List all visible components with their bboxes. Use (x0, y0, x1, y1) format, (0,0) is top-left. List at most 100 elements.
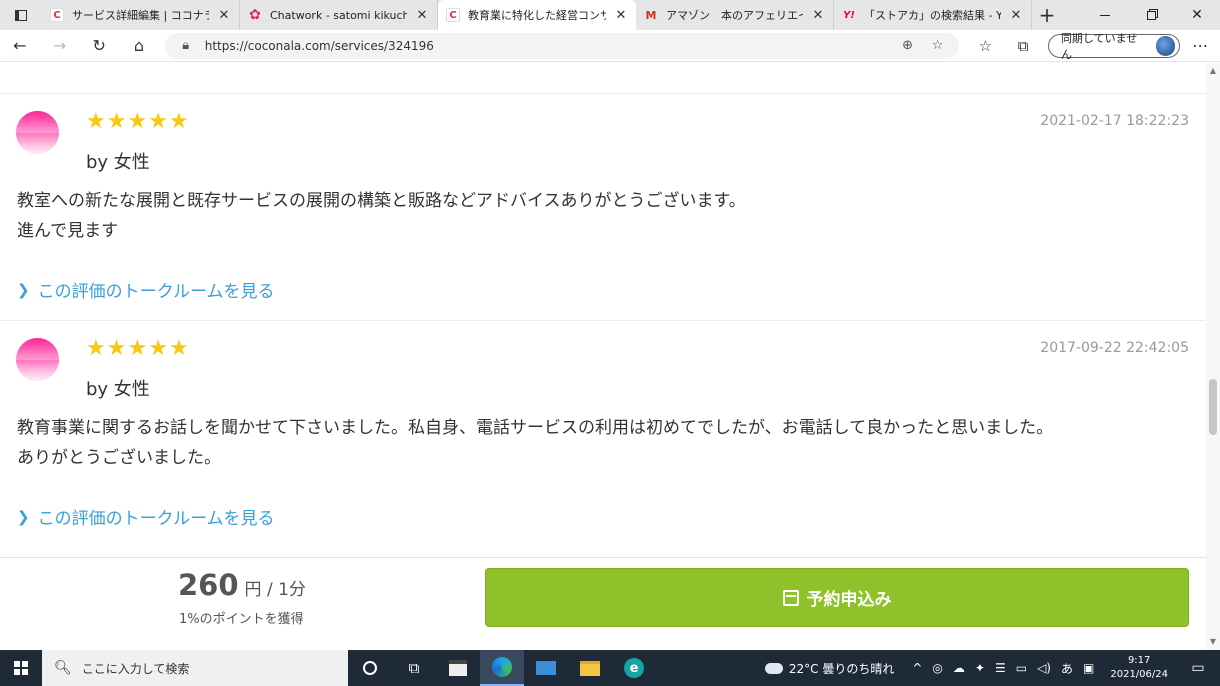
settings-more-button[interactable]: ⋯ (1180, 36, 1220, 55)
yahoo-favicon-icon: Y! (843, 9, 855, 21)
star-rating: ★ ★ ★ ★ ★ (86, 111, 189, 133)
network-icon[interactable]: ☁ (953, 661, 965, 675)
meet-icon[interactable]: ◎ (932, 661, 942, 675)
explorer-app[interactable] (568, 650, 612, 686)
zoom-icon[interactable]: ⊕ (897, 38, 919, 53)
divider (0, 93, 1206, 94)
minimize-button[interactable] (1082, 0, 1128, 30)
reviewer-name: by 女性 (86, 379, 150, 400)
page-scrollbar[interactable]: ▲ ▼ (1206, 63, 1220, 650)
taskbar-search-placeholder: ここに入力して検索 (81, 661, 190, 676)
windows-logo-icon (14, 661, 28, 675)
minimize-icon (1100, 14, 1110, 16)
coconala-favicon-icon: C (50, 8, 64, 22)
clock-time: 9:17 (1127, 655, 1151, 666)
coconala-favicon-icon: C (446, 8, 460, 22)
tab-close-icon[interactable]: ✕ (614, 8, 628, 23)
dropbox-icon[interactable]: ✦ (975, 661, 985, 675)
reserve-button[interactable]: 予約申込み (485, 568, 1189, 627)
tab-education-consulting[interactable]: C 教育業に特化した経営コンサルテ ✕ (438, 0, 636, 30)
tab-amazon-gmail[interactable]: M アマゾン 本のアフェリエイト - em ✕ (636, 0, 834, 30)
address-bar[interactable]: 🔒︎ https://coconala.com/services/324196 … (164, 32, 959, 59)
tab-title: 「ストアカ」の検索結果 - Yahoo! (864, 9, 1001, 22)
tab-close-icon[interactable]: ✕ (415, 8, 429, 23)
profile-sync-button[interactable]: 同期していません (1047, 32, 1181, 61)
notification-icon[interactable]: ▭ (1184, 660, 1212, 676)
tab-service-edit[interactable]: C サービス詳細編集 | ココナラ ✕ (42, 0, 240, 30)
task-view-icon: ⧉ (408, 659, 420, 677)
star-icon: ★ (106, 336, 127, 361)
star-icon: ★ (86, 109, 106, 134)
mail-app[interactable] (524, 650, 568, 686)
volume-icon[interactable]: ◁) (1037, 661, 1051, 675)
scroll-down-arrow-icon[interactable]: ▼ (1206, 636, 1220, 648)
search-icon: 🔍︎ (54, 660, 72, 676)
new-tab-button[interactable]: + (1032, 0, 1062, 30)
tab-actions-button[interactable] (0, 0, 42, 30)
calendar-icon (782, 589, 799, 606)
favorites-icon: ☆ (978, 36, 993, 55)
clock[interactable]: 9:17 2021/06/24 (1104, 654, 1174, 682)
review-item: ★ ★ ★ ★ ★ 2021-02-17 18:22:23 by 女性 教室への… (0, 95, 1206, 321)
onedrive-icon[interactable]: ☰ (995, 661, 1006, 675)
collections-button[interactable]: ⧉ (1004, 37, 1042, 55)
reload-icon: ↻ (92, 36, 106, 55)
talkroom-link-text[interactable]: この評価のトークルームを見る (38, 277, 275, 302)
reviewer-avatar-image (16, 338, 59, 381)
star-icon: ★ (106, 109, 127, 134)
scroll-up-arrow-icon[interactable]: ▲ (1206, 65, 1220, 77)
edge-app[interactable] (480, 650, 524, 686)
reviewer-avatar (16, 338, 59, 381)
talkroom-link[interactable]: ❯ この評価のトークルームを見る (17, 277, 275, 303)
home-button[interactable]: ⌂ (119, 30, 159, 62)
close-window-button[interactable]: ✕ (1174, 0, 1220, 30)
reviewer-avatar-image (16, 111, 59, 154)
start-button[interactable] (0, 650, 42, 686)
tab-close-icon[interactable]: ✕ (217, 8, 231, 23)
lock-icon[interactable]: 🔒︎ (175, 38, 197, 53)
star-icon: ★ (168, 336, 189, 361)
review-line: 教室への新たな展開と既存サービスの展開の構築と販路などアドバイスありがとうござい… (17, 191, 746, 211)
weather-widget[interactable]: 22°C 曇りのち晴れ (764, 660, 894, 677)
price: 260 円 / 1分 (178, 568, 306, 602)
eset-app[interactable]: e (612, 650, 656, 686)
sync-label: 同期していません (1060, 31, 1138, 61)
favorites-button[interactable]: ☆ (967, 37, 1005, 55)
star-icon: ★ (168, 109, 189, 134)
cortana-icon (363, 661, 377, 675)
tab-close-icon[interactable]: ✕ (811, 8, 825, 23)
reload-button[interactable]: ↻ (79, 30, 119, 62)
review-text: 教室への新たな展開と既存サービスの展開の構築と販路などアドバイスありがとうござい… (17, 186, 746, 246)
task-view-button[interactable]: ⧉ (392, 650, 436, 686)
url-text[interactable]: https://coconala.com/services/324196 (205, 39, 889, 53)
tab-chatwork[interactable]: ✿ Chatwork - satomi kikuchi ✕ (240, 0, 438, 30)
forward-arrow-icon: → (52, 36, 67, 55)
review-text: 教育事業に関するお話しを聞かせて下さいました。私自身、電話サービスの利用は初めて… (17, 413, 1053, 473)
mail-icon (536, 661, 556, 675)
cortana-button[interactable] (348, 650, 392, 686)
ime-indicator[interactable]: あ (1061, 660, 1073, 677)
tab-yahoo-search[interactable]: Y! 「ストアカ」の検索結果 - Yahoo! ✕ (834, 0, 1032, 30)
back-button[interactable]: ← (0, 30, 40, 62)
ime-pad-icon[interactable]: ▣ (1083, 661, 1094, 675)
booking-bar: 260 円 / 1分 1%のポイントを獲得 予約申込み (0, 557, 1206, 650)
windows-taskbar: 🔍︎ ここに入力して検索 ⧉ e 22°C 曇りのち晴れ ^ ◎ ☁ ✦ ☰ ▭… (0, 650, 1220, 686)
chatwork-favicon-icon: ✿ (249, 7, 261, 23)
forward-button[interactable]: → (40, 30, 80, 62)
tab-close-icon[interactable]: ✕ (1009, 8, 1023, 23)
scroll-thumb[interactable] (1209, 379, 1217, 435)
talkroom-link-text[interactable]: この評価のトークルームを見る (38, 504, 275, 529)
reviewer-avatar (16, 111, 59, 154)
tab-title: アマゾン 本のアフェリエイト - em (666, 9, 803, 22)
tab-actions-icon (15, 9, 27, 21)
store-app[interactable] (436, 650, 480, 686)
restore-button[interactable] (1128, 0, 1174, 30)
chevron-up-icon[interactable]: ^ (912, 661, 922, 675)
monitor-icon[interactable]: ▭ (1016, 661, 1027, 675)
taskbar-search[interactable]: 🔍︎ ここに入力して検索 (42, 650, 348, 686)
talkroom-link[interactable]: ❯ この評価のトークルームを見る (17, 504, 275, 530)
tab-strip: C サービス詳細編集 | ココナラ ✕ ✿ Chatwork - satomi … (0, 0, 1220, 30)
browser-toolbar: ← → ↻ ⌂ 🔒︎ https://coconala.com/services… (0, 30, 1220, 62)
gmail-favicon-icon: M (645, 8, 657, 22)
add-favorite-icon[interactable]: ☆ (927, 38, 949, 53)
